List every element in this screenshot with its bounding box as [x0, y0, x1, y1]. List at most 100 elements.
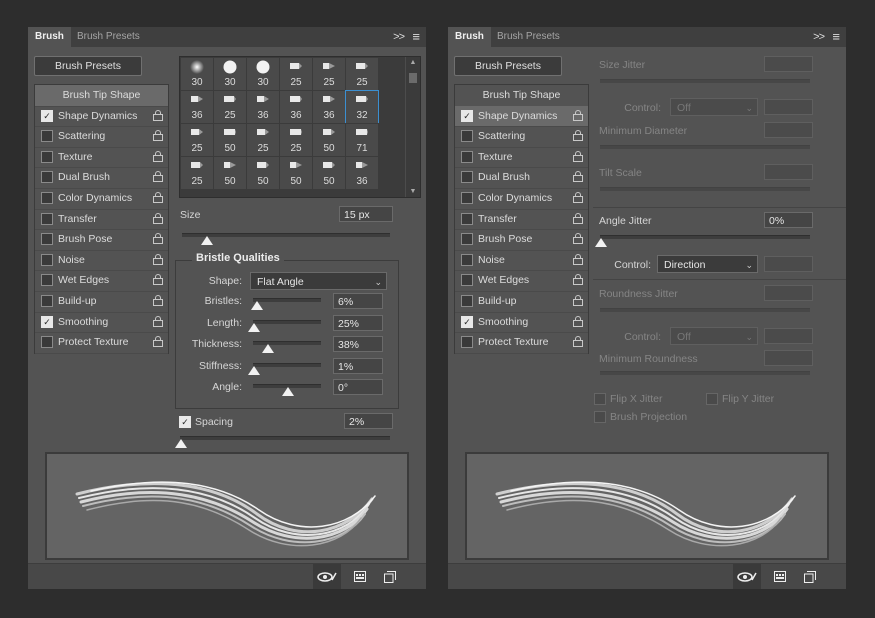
sidebar-checkbox[interactable] — [41, 274, 53, 287]
new-preset-icon[interactable] — [380, 564, 400, 589]
tilt-scale-input[interactable] — [764, 164, 813, 180]
sidebar-item-dual-brush[interactable]: Dual Brush — [35, 167, 168, 189]
sidebar-item-shape-dynamics[interactable]: ✓ Shape Dynamics — [455, 105, 588, 128]
roundness-jitter-track[interactable] — [600, 308, 810, 312]
sidebar-checkbox[interactable] — [41, 130, 53, 143]
bristle-length-track[interactable] — [253, 319, 321, 324]
sidebar-checkbox[interactable]: ✓ — [461, 109, 473, 122]
lock-icon[interactable] — [153, 274, 163, 286]
flip-y-checkbox[interactable] — [706, 393, 718, 405]
sidebar-item-noise[interactable]: Noise — [455, 250, 588, 272]
sidebar-item-brush-pose[interactable]: Brush Pose — [35, 229, 168, 251]
bristle-stiffness-track[interactable] — [253, 362, 321, 367]
bristle-angle-input[interactable]: 0° — [333, 379, 383, 395]
minimum-diameter-track[interactable] — [600, 145, 810, 149]
sidebar-item-brush-tip-shape[interactable]: Brush Tip Shape — [455, 85, 588, 107]
sidebar-checkbox[interactable] — [461, 212, 473, 225]
brush-tip-cell[interactable]: 30 — [246, 57, 280, 91]
sidebar-checkbox[interactable] — [461, 130, 473, 143]
collapse-icon[interactable]: >> — [813, 27, 825, 47]
sidebar-item-texture[interactable]: Texture — [35, 147, 168, 169]
lock-icon[interactable] — [573, 192, 583, 203]
lock-icon[interactable] — [153, 253, 163, 265]
panel-menu-icon[interactable]: ≡ — [832, 27, 840, 47]
brush-tip-cell[interactable]: 50 — [312, 123, 346, 157]
lock-icon[interactable] — [573, 233, 583, 245]
sidebar-item-protect-texture[interactable]: Protect Texture — [455, 332, 588, 354]
sidebar-checkbox[interactable]: ✓ — [41, 315, 53, 328]
brush-projection-checkbox[interactable] — [594, 411, 606, 423]
brush-tip-cell[interactable]: 25 — [246, 123, 280, 157]
lock-icon[interactable] — [573, 315, 583, 327]
size-jitter-track[interactable] — [600, 79, 810, 83]
lock-icon[interactable] — [153, 233, 163, 245]
lock-icon[interactable] — [573, 212, 583, 224]
lock-icon[interactable] — [153, 109, 163, 121]
bristle-thickness-input[interactable]: 38% — [333, 336, 383, 352]
sidebar-checkbox[interactable] — [461, 233, 473, 246]
lock-icon[interactable] — [573, 336, 583, 348]
angle-control-select[interactable]: Direction ⌄ — [657, 255, 758, 273]
brush-tip-cell[interactable]: 25 — [279, 123, 313, 157]
sidebar-checkbox[interactable] — [41, 253, 53, 266]
roundness-control-input[interactable] — [764, 328, 813, 344]
angle-control-input[interactable] — [764, 256, 813, 272]
brush-tip-cell[interactable]: 36 — [180, 90, 214, 124]
minimum-diameter-input[interactable] — [764, 122, 813, 138]
spacing-slider-thumb[interactable] — [175, 439, 187, 448]
sidebar-checkbox[interactable] — [41, 336, 53, 349]
minimum-roundness-input[interactable] — [764, 350, 813, 366]
sidebar-item-transfer[interactable]: Transfer — [455, 209, 588, 231]
angle-jitter-track[interactable] — [600, 235, 810, 239]
eye-icon[interactable] — [313, 564, 341, 589]
sidebar-checkbox[interactable] — [461, 192, 473, 204]
roundness-control-select[interactable]: Off ⌄ — [670, 327, 758, 345]
lock-icon[interactable] — [573, 274, 583, 286]
lock-icon[interactable] — [153, 336, 163, 348]
sidebar-item-build-up[interactable]: Build-up — [455, 291, 588, 313]
flip-x-checkbox[interactable] — [594, 393, 606, 405]
brush-tip-cell[interactable]: 25 — [180, 123, 214, 157]
brush-tip-cell[interactable]: 30 — [213, 57, 247, 91]
sidebar-item-noise[interactable]: Noise — [35, 250, 168, 272]
sidebar-checkbox[interactable] — [461, 150, 473, 163]
sidebar-checkbox[interactable] — [41, 233, 53, 246]
collapse-icon[interactable]: >> — [393, 27, 405, 47]
brush-tip-cell[interactable]: 50 — [246, 156, 280, 190]
sidebar-item-scattering[interactable]: Scattering — [455, 126, 588, 148]
sidebar-item-smoothing[interactable]: ✓ Smoothing — [455, 312, 588, 334]
brush-presets-button[interactable]: Brush Presets — [454, 56, 562, 76]
minimum-roundness-track[interactable] — [600, 371, 810, 375]
scroll-down-icon[interactable]: ▼ — [406, 188, 420, 195]
brush-tip-cell[interactable]: 36 — [246, 90, 280, 124]
lock-icon[interactable] — [573, 150, 583, 162]
bristle-stiffness-input[interactable]: 1% — [333, 357, 383, 374]
brush-tip-cell[interactable]: 50 — [213, 123, 247, 157]
brush-tip-cell[interactable]: 50 — [213, 156, 247, 190]
sidebar-checkbox[interactable] — [41, 171, 53, 184]
bristle-length-thumb[interactable] — [248, 322, 260, 332]
angle-jitter-input[interactable]: 0% — [764, 212, 813, 228]
sidebar-item-transfer[interactable]: Transfer — [35, 209, 168, 231]
brush-presets-button[interactable]: Brush Presets — [34, 56, 142, 76]
brush-tip-cell[interactable]: 25 — [312, 57, 346, 91]
sidebar-checkbox[interactable] — [461, 253, 473, 266]
bristle-bristles-thumb[interactable] — [251, 301, 264, 310]
sidebar-item-wet-edges[interactable]: Wet Edges — [455, 270, 588, 292]
sidebar-item-color-dynamics[interactable]: Color Dynamics — [35, 188, 168, 210]
eye-icon[interactable] — [733, 564, 761, 589]
tab-brush[interactable]: Brush — [448, 27, 491, 47]
sidebar-checkbox[interactable] — [461, 295, 473, 307]
tab-brush-presets[interactable]: Brush Presets — [490, 27, 567, 47]
lock-icon[interactable] — [573, 295, 583, 306]
sidebar-item-texture[interactable]: Texture — [455, 147, 588, 169]
shape-select[interactable]: Flat Angle ⌄ — [250, 272, 387, 290]
lock-icon[interactable] — [573, 109, 583, 121]
lock-icon[interactable] — [573, 130, 583, 142]
brush-tip-cell[interactable]: 50 — [279, 156, 313, 190]
sidebar-checkbox[interactable] — [41, 192, 53, 204]
sidebar-checkbox[interactable] — [41, 295, 53, 307]
sidebar-item-brush-pose[interactable]: Brush Pose — [455, 229, 588, 251]
lock-icon[interactable] — [153, 315, 163, 327]
sidebar-item-brush-tip-shape[interactable]: Brush Tip Shape — [35, 85, 168, 107]
